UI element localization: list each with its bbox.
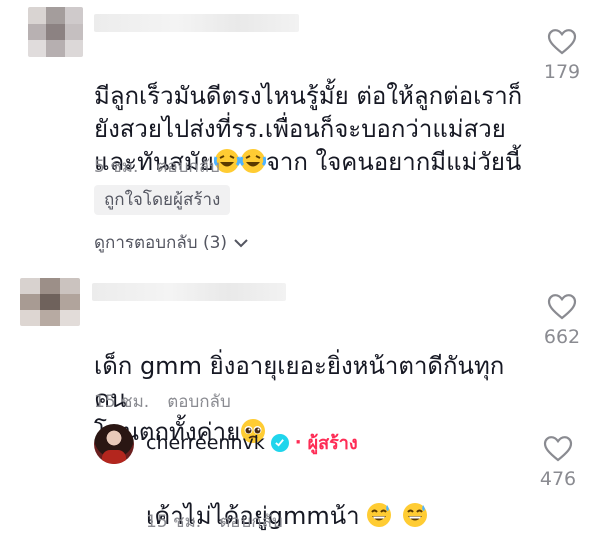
reply-meta: 15 ชม. ตอบกลับ [146, 508, 283, 535]
timestamp: 5 ชม. [94, 157, 139, 177]
laughing-face-emoji [239, 148, 267, 183]
like-count: 179 [543, 61, 581, 83]
avatar[interactable] [20, 278, 80, 326]
heart-icon[interactable] [547, 28, 577, 55]
grinning-sweat-emoji [366, 502, 392, 537]
creator-badge: ผู้สร้าง [307, 433, 358, 454]
chevron-down-icon [234, 238, 248, 247]
username-blurred[interactable] [92, 283, 286, 301]
timestamp: 15 ชม. [146, 512, 202, 532]
separator: · [294, 432, 302, 453]
heart-icon[interactable] [543, 435, 573, 462]
reply-button[interactable]: ตอบกลับ [156, 153, 220, 180]
like-column: 179 [532, 28, 592, 83]
view-replies-button[interactable]: ดูการตอบกลับ (3) [94, 229, 249, 256]
timestamp: 15 ชม. [94, 392, 150, 412]
grinning-sweat-emoji [402, 502, 428, 537]
like-count: 476 [539, 468, 577, 490]
avatar[interactable] [94, 424, 134, 464]
username[interactable]: cherreenhvk [146, 432, 265, 454]
comment-meta: 5 ชม. ตอบกลับ [94, 153, 220, 180]
reply-button[interactable]: ตอบกลับ [167, 388, 231, 415]
heart-icon[interactable] [547, 293, 577, 320]
reply-button[interactable]: ตอบกลับ [219, 508, 283, 535]
liked-by-creator-badge: ถูกใจโดยผู้สร้าง [94, 185, 231, 215]
verified-badge-icon [270, 433, 289, 452]
username-blurred[interactable] [94, 14, 299, 32]
like-column: 476 [528, 435, 588, 490]
avatar[interactable] [28, 7, 83, 57]
comment-meta: 15 ชม. ตอบกลับ [94, 388, 231, 415]
like-column: 662 [532, 293, 592, 348]
view-replies-label: ดูการตอบกลับ (3) [94, 233, 228, 253]
like-count: 662 [543, 326, 581, 348]
reply-username-row: cherreenhvk · ผู้สร้าง [146, 428, 358, 457]
